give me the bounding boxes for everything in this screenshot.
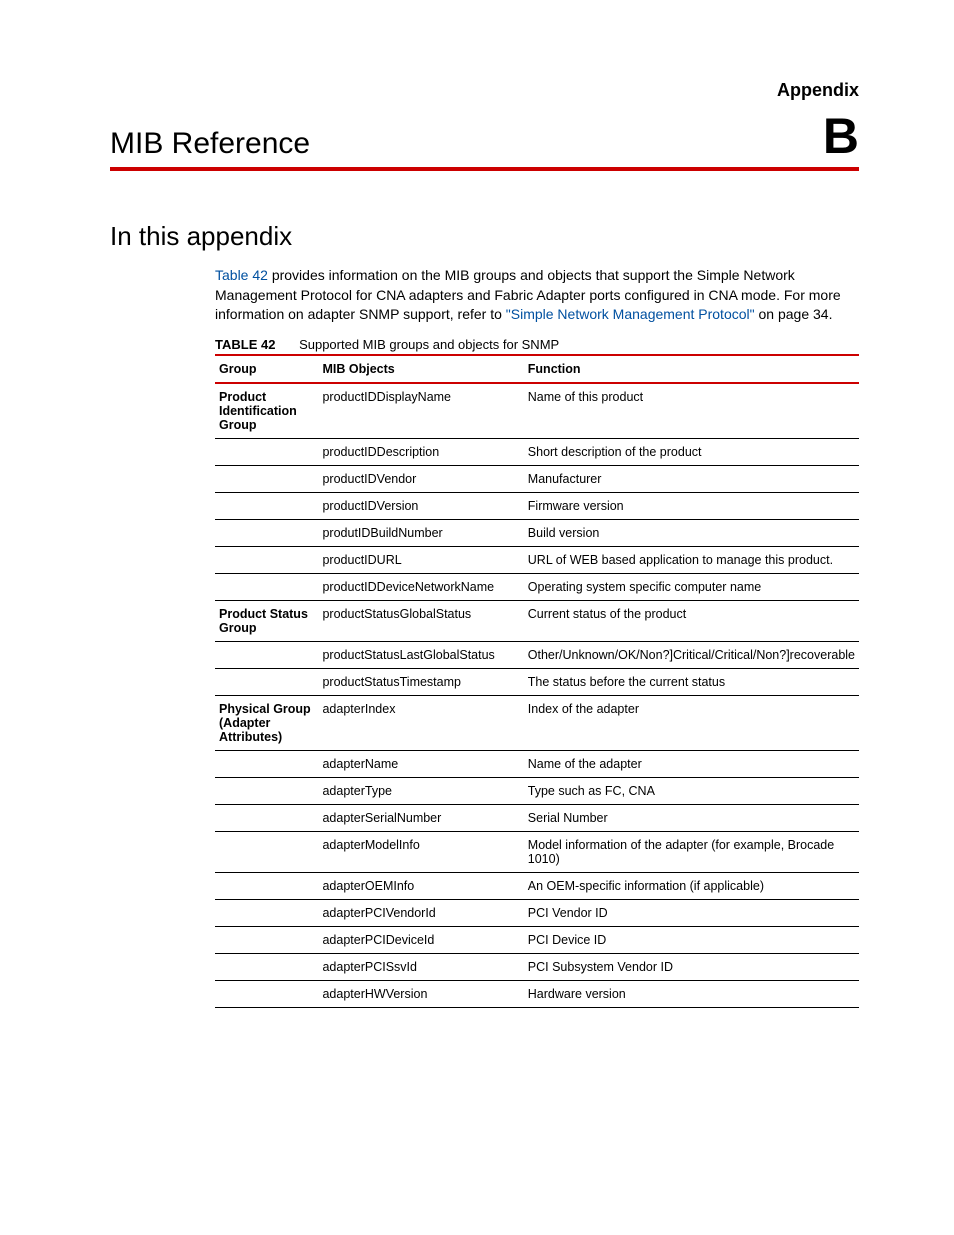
- cell-function: Name of the adapter: [524, 750, 859, 777]
- th-group: Group: [215, 355, 318, 383]
- table-row: adapterPCIVendorIdPCI Vendor ID: [215, 899, 859, 926]
- cell-mib-object: adapterModelInfo: [318, 831, 523, 872]
- cell-function: Name of this product: [524, 383, 859, 439]
- cell-mib-object: productIDVendor: [318, 465, 523, 492]
- table-row: adapterModelInfoModel information of the…: [215, 831, 859, 872]
- cell-group: [215, 804, 318, 831]
- cell-function: An OEM-specific information (if applicab…: [524, 872, 859, 899]
- cell-group: [215, 926, 318, 953]
- snmp-protocol-link[interactable]: "Simple Network Management Protocol": [506, 306, 755, 322]
- th-mib: MIB Objects: [318, 355, 523, 383]
- cell-function: Hardware version: [524, 980, 859, 1007]
- cell-mib-object: adapterIndex: [318, 695, 523, 750]
- cell-mib-object: adapterPCISsvId: [318, 953, 523, 980]
- cell-group: [215, 519, 318, 546]
- cell-mib-object: produtIDBuildNumber: [318, 519, 523, 546]
- cell-function: Firmware version: [524, 492, 859, 519]
- cell-function: Build version: [524, 519, 859, 546]
- table-row: adapterNameName of the adapter: [215, 750, 859, 777]
- para-post: on page 34.: [755, 306, 833, 322]
- section-heading: In this appendix: [110, 221, 859, 252]
- cell-function: Other/Unknown/OK/Non?]Critical/Critical/…: [524, 641, 859, 668]
- cell-group: Product Identification Group: [215, 383, 318, 439]
- cell-mib-object: adapterName: [318, 750, 523, 777]
- table-row: Product Status GroupproductStatusGlobalS…: [215, 600, 859, 641]
- cell-group: [215, 668, 318, 695]
- cell-group: [215, 750, 318, 777]
- cell-group: [215, 438, 318, 465]
- cell-function: PCI Subsystem Vendor ID: [524, 953, 859, 980]
- cell-group: [215, 641, 318, 668]
- cell-function: URL of WEB based application to manage t…: [524, 546, 859, 573]
- table-row: Product Identification GroupproductIDDis…: [215, 383, 859, 439]
- cell-function: Type such as FC, CNA: [524, 777, 859, 804]
- cell-function: PCI Vendor ID: [524, 899, 859, 926]
- cell-mib-object: adapterPCIVendorId: [318, 899, 523, 926]
- cell-mib-object: productStatusGlobalStatus: [318, 600, 523, 641]
- cell-mib-object: adapterType: [318, 777, 523, 804]
- cell-mib-object: productIDDeviceNetworkName: [318, 573, 523, 600]
- table-row: adapterPCISsvIdPCI Subsystem Vendor ID: [215, 953, 859, 980]
- th-function: Function: [524, 355, 859, 383]
- cell-mib-object: productIDDisplayName: [318, 383, 523, 439]
- cell-mib-object: adapterPCIDeviceId: [318, 926, 523, 953]
- table-row: adapterTypeType such as FC, CNA: [215, 777, 859, 804]
- table-row: adapterHWVersionHardware version: [215, 980, 859, 1007]
- table-caption-text: Supported MIB groups and objects for SNM…: [299, 337, 559, 352]
- cell-mib-object: productIDDescription: [318, 438, 523, 465]
- table-label: TABLE 42: [215, 337, 275, 352]
- cell-group: Physical Group (Adapter Attributes): [215, 695, 318, 750]
- title-row: MIB Reference B: [110, 111, 859, 171]
- table-row: productIDURLURL of WEB based application…: [215, 546, 859, 573]
- table-row: adapterSerialNumberSerial Number: [215, 804, 859, 831]
- cell-group: [215, 492, 318, 519]
- table-row: produtIDBuildNumberBuild version: [215, 519, 859, 546]
- table-row: productIDDeviceNetworkNameOperating syst…: [215, 573, 859, 600]
- cell-function: Short description of the product: [524, 438, 859, 465]
- cell-mib-object: productStatusLastGlobalStatus: [318, 641, 523, 668]
- cell-function: The status before the current status: [524, 668, 859, 695]
- cell-function: Manufacturer: [524, 465, 859, 492]
- cell-group: [215, 777, 318, 804]
- table-ref-link[interactable]: Table 42: [215, 267, 268, 283]
- cell-group: Product Status Group: [215, 600, 318, 641]
- table-row: productIDVendorManufacturer: [215, 465, 859, 492]
- table-row: productStatusLastGlobalStatusOther/Unkno…: [215, 641, 859, 668]
- cell-group: [215, 899, 318, 926]
- cell-function: PCI Device ID: [524, 926, 859, 953]
- header-right: Appendix: [110, 80, 859, 101]
- cell-function: Current status of the product: [524, 600, 859, 641]
- cell-mib-object: adapterOEMInfo: [318, 872, 523, 899]
- cell-group: [215, 980, 318, 1007]
- table-row: adapterPCIDeviceIdPCI Device ID: [215, 926, 859, 953]
- table-caption: TABLE 42 Supported MIB groups and object…: [215, 337, 859, 352]
- page-container: Appendix MIB Reference B In this appendi…: [0, 0, 954, 1235]
- appendix-label: Appendix: [777, 80, 859, 100]
- cell-group: [215, 831, 318, 872]
- table-row: adapterOEMInfoAn OEM-specific informatio…: [215, 872, 859, 899]
- table-row: productStatusTimestampThe status before …: [215, 668, 859, 695]
- cell-mib-object: adapterSerialNumber: [318, 804, 523, 831]
- mib-table: Group MIB Objects Function Product Ident…: [215, 354, 859, 1008]
- intro-paragraph: Table 42 provides information on the MIB…: [215, 266, 859, 325]
- table-header-row: Group MIB Objects Function: [215, 355, 859, 383]
- cell-group: [215, 546, 318, 573]
- cell-group: [215, 465, 318, 492]
- cell-mib-object: productIDURL: [318, 546, 523, 573]
- cell-mib-object: adapterHWVersion: [318, 980, 523, 1007]
- cell-mib-object: productStatusTimestamp: [318, 668, 523, 695]
- cell-mib-object: productIDVersion: [318, 492, 523, 519]
- cell-group: [215, 573, 318, 600]
- table-row: productIDDescriptionShort description of…: [215, 438, 859, 465]
- cell-function: Index of the adapter: [524, 695, 859, 750]
- cell-function: Serial Number: [524, 804, 859, 831]
- appendix-letter: B: [823, 111, 859, 161]
- cell-group: [215, 872, 318, 899]
- cell-group: [215, 953, 318, 980]
- page-title: MIB Reference: [110, 127, 310, 161]
- table-row: productIDVersionFirmware version: [215, 492, 859, 519]
- cell-function: Operating system specific computer name: [524, 573, 859, 600]
- table-row: Physical Group (Adapter Attributes)adapt…: [215, 695, 859, 750]
- cell-function: Model information of the adapter (for ex…: [524, 831, 859, 872]
